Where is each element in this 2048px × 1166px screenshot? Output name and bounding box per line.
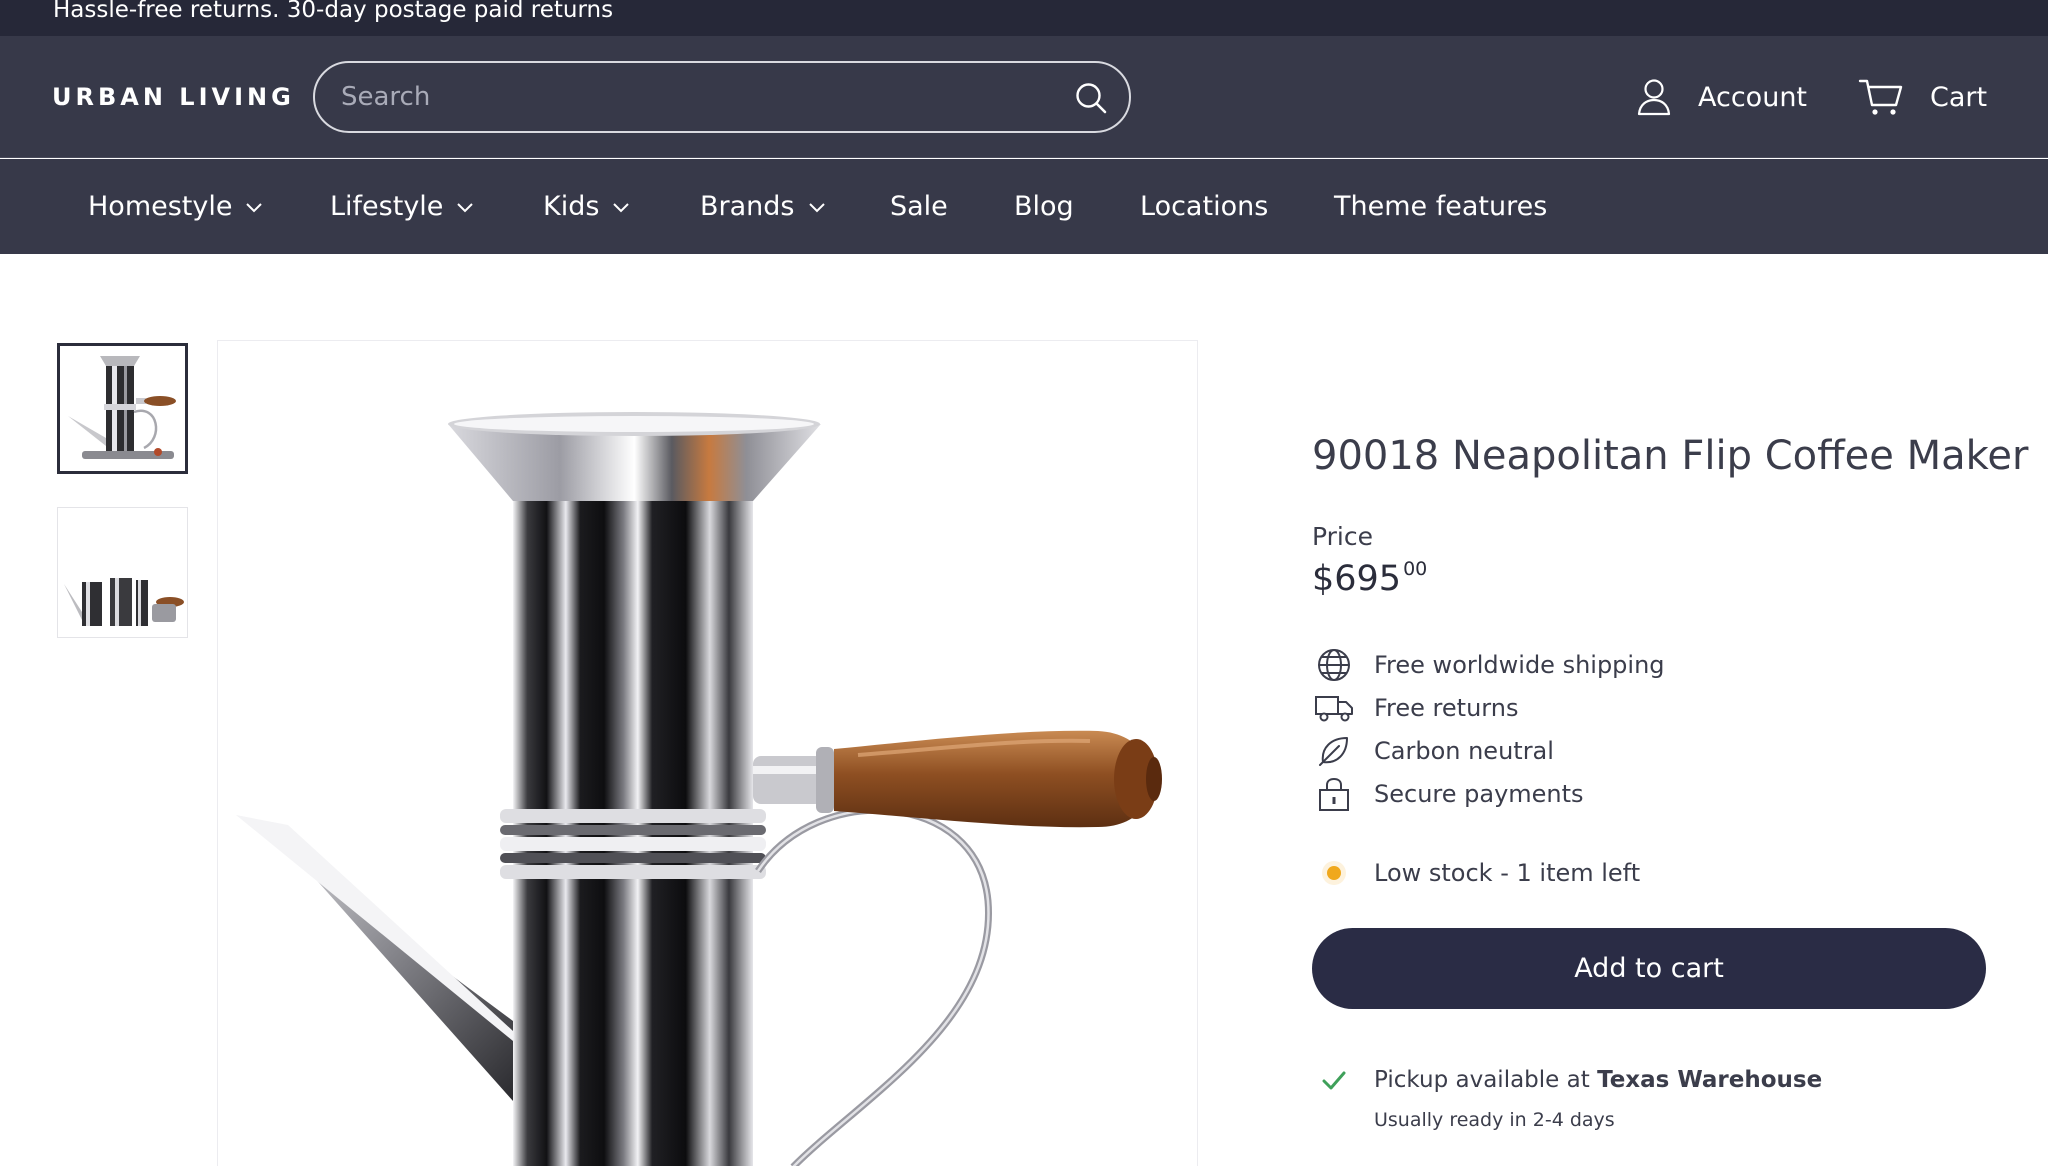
announcement-bar: Hassle-free returns. 30-day postage paid… — [0, 0, 2048, 36]
lock-icon — [1319, 777, 1349, 811]
feature-text: Free worldwide shipping — [1374, 651, 1665, 679]
stock-status: Low stock - 1 item left — [1312, 853, 1640, 893]
chevron-down-icon — [457, 202, 474, 212]
feature-text: Carbon neutral — [1374, 737, 1554, 765]
nav-item-kids[interactable]: Kids — [543, 159, 631, 254]
product-price: $695 00 — [1312, 558, 1427, 599]
user-icon — [1637, 79, 1671, 116]
nav-item-label: Theme features — [1334, 191, 1548, 222]
nav-item-label: Lifestyle — [330, 191, 444, 222]
pickup-availability: Pickup available at Texas Warehouse — [1312, 1062, 1822, 1098]
search-icon — [1076, 83, 1107, 114]
stock-dot-icon — [1327, 866, 1341, 880]
globe-icon — [1318, 649, 1350, 681]
nav-item-label: Kids — [543, 191, 600, 222]
product-thumbnail-image — [60, 346, 185, 471]
price-cents: 00 — [1403, 558, 1428, 580]
chevron-down-icon — [808, 202, 825, 212]
nav-item-label: Homestyle — [88, 191, 233, 222]
nav-item-homestyle[interactable]: Homestyle — [88, 159, 264, 254]
leaf-icon — [1319, 737, 1348, 766]
stock-text: Low stock - 1 item left — [1374, 859, 1641, 887]
nav-item-brands[interactable]: Brands — [700, 159, 827, 254]
nav-item-label: Locations — [1140, 191, 1269, 222]
search-bar — [313, 61, 1131, 133]
nav-item-blog[interactable]: Blog — [1014, 159, 1074, 254]
product-thumbnail[interactable] — [57, 507, 188, 638]
nav-item-label: Blog — [1014, 191, 1074, 222]
cart-link[interactable]: Cart — [1858, 69, 1987, 125]
chevron-down-icon — [246, 202, 263, 212]
feature-text: Free returns — [1374, 694, 1519, 722]
coffee-maker-image — [236, 412, 1162, 1166]
announcement-text: Hassle-free returns. 30-day postage paid… — [53, 0, 614, 23]
search-button[interactable] — [1069, 76, 1113, 120]
pickup-ready-text: Usually ready in 2-4 days — [1374, 1109, 1615, 1131]
product-title: 90018 Neapolitan Flip Coffee Maker — [1312, 433, 2029, 479]
cart-label: Cart — [1930, 81, 1988, 113]
nav-item-label: Sale — [890, 191, 948, 222]
search-input[interactable] — [341, 77, 1041, 117]
chevron-down-icon — [613, 202, 630, 212]
nav-item-locations[interactable]: Locations — [1140, 159, 1268, 254]
check-icon — [1322, 1071, 1346, 1090]
nav-item-sale[interactable]: Sale — [890, 159, 948, 254]
feature-returns: Free returns — [1312, 688, 1518, 728]
site-logo[interactable]: URBAN LIVING — [52, 83, 295, 111]
cart-icon — [1858, 79, 1903, 115]
truck-icon — [1315, 696, 1353, 722]
account-label: Account — [1698, 81, 1808, 113]
account-link[interactable]: Account — [1636, 69, 1807, 125]
product-thumbnail[interactable] — [57, 343, 188, 474]
nav-item-lifestyle[interactable]: Lifestyle — [330, 159, 475, 254]
main-nav: Homestyle Lifestyle Kids Brands Sale Blo… — [0, 159, 2048, 254]
add-to-cart-button[interactable]: Add to cart — [1312, 928, 1986, 1009]
feature-text: Secure payments — [1374, 780, 1584, 808]
price-amount: $695 — [1312, 559, 1402, 599]
site-header: URBAN LIVING Account Cart — [0, 36, 2048, 158]
feature-payments: Secure payments — [1312, 774, 1584, 814]
feature-shipping: Free worldwide shipping — [1312, 645, 1665, 685]
pickup-prefix: Pickup available at — [1374, 1067, 1598, 1093]
pickup-text: Pickup available at Texas Warehouse — [1374, 1067, 1822, 1093]
pickup-location[interactable]: Texas Warehouse — [1597, 1067, 1822, 1093]
price-label: Price — [1312, 522, 1373, 551]
nav-item-theme-features[interactable]: Theme features — [1334, 159, 1547, 254]
nav-item-label: Brands — [700, 191, 795, 222]
product-main-image[interactable] — [217, 340, 1198, 1166]
feature-carbon: Carbon neutral — [1312, 731, 1554, 771]
product-thumbnail-image — [58, 508, 187, 637]
